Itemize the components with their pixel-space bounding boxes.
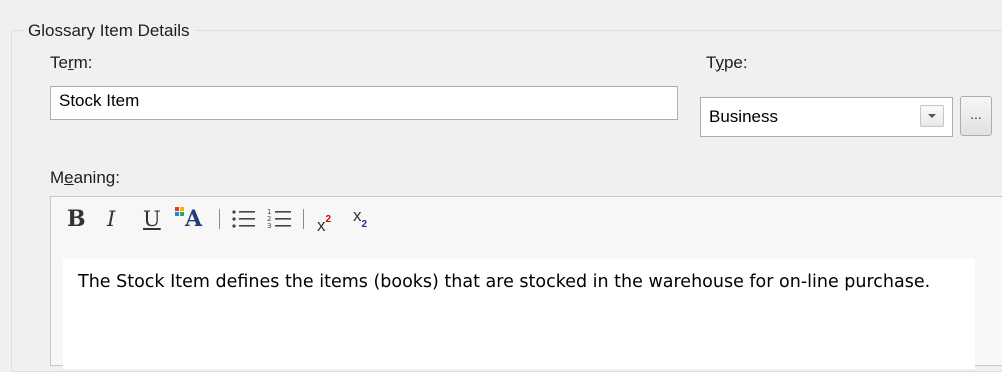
meaning-editor: B I U A 1 2 3 x2 x2 The Stock Item defin… — [50, 196, 1002, 369]
type-select-value: Business — [709, 107, 778, 126]
bullet-list-button[interactable] — [231, 205, 257, 233]
underline-button[interactable]: U — [143, 205, 163, 233]
meaning-label-suffix: aning: — [73, 168, 120, 187]
superscript-mark: 2 — [325, 214, 332, 225]
type-browse-button[interactable]: ... — [960, 96, 992, 136]
superscript-button[interactable]: x2 — [317, 205, 347, 235]
type-label-suffix: pe: — [723, 53, 748, 72]
meaning-text-area[interactable]: The Stock Item defines the items (books)… — [63, 259, 975, 369]
type-label-accelerator: y — [715, 53, 724, 72]
font-color-button[interactable]: A — [175, 205, 211, 233]
formatting-toolbar: B I U A 1 2 3 x2 x2 — [51, 197, 1002, 241]
meaning-label: Meaning: — [50, 167, 120, 189]
meaning-label-accelerator: e — [64, 168, 74, 187]
font-color-letter: A — [185, 206, 203, 232]
superscript-base: x — [317, 216, 326, 235]
subscript-mark: 2 — [361, 219, 368, 230]
meaning-label-prefix: M — [50, 168, 65, 187]
subscript-base: x — [353, 206, 362, 225]
term-label-suffix: m: — [73, 53, 93, 72]
numbered-list-icon: 1 2 3 — [267, 208, 291, 230]
type-label: Type: — [706, 52, 748, 74]
numbered-list-button[interactable]: 1 2 3 — [267, 205, 293, 233]
meaning-text: The Stock Item defines the items (books)… — [78, 272, 931, 292]
term-label: Term: — [50, 52, 93, 74]
bullet-list-icon — [232, 210, 255, 228]
type-select[interactable]: Business — [700, 97, 953, 137]
term-label-prefix: Te — [50, 53, 68, 72]
svg-text:3: 3 — [267, 222, 271, 230]
bold-button[interactable]: B — [67, 205, 89, 233]
italic-button[interactable]: I — [107, 205, 125, 233]
term-input[interactable]: Stock Item — [50, 86, 678, 120]
group-title: Glossary Item Details — [23, 20, 195, 42]
toolbar-separator — [303, 209, 304, 229]
dropdown-arrow-icon — [928, 114, 936, 118]
toolbar-separator — [219, 209, 220, 229]
type-dropdown-button[interactable] — [920, 105, 944, 127]
subscript-button[interactable]: x2 — [353, 205, 383, 233]
